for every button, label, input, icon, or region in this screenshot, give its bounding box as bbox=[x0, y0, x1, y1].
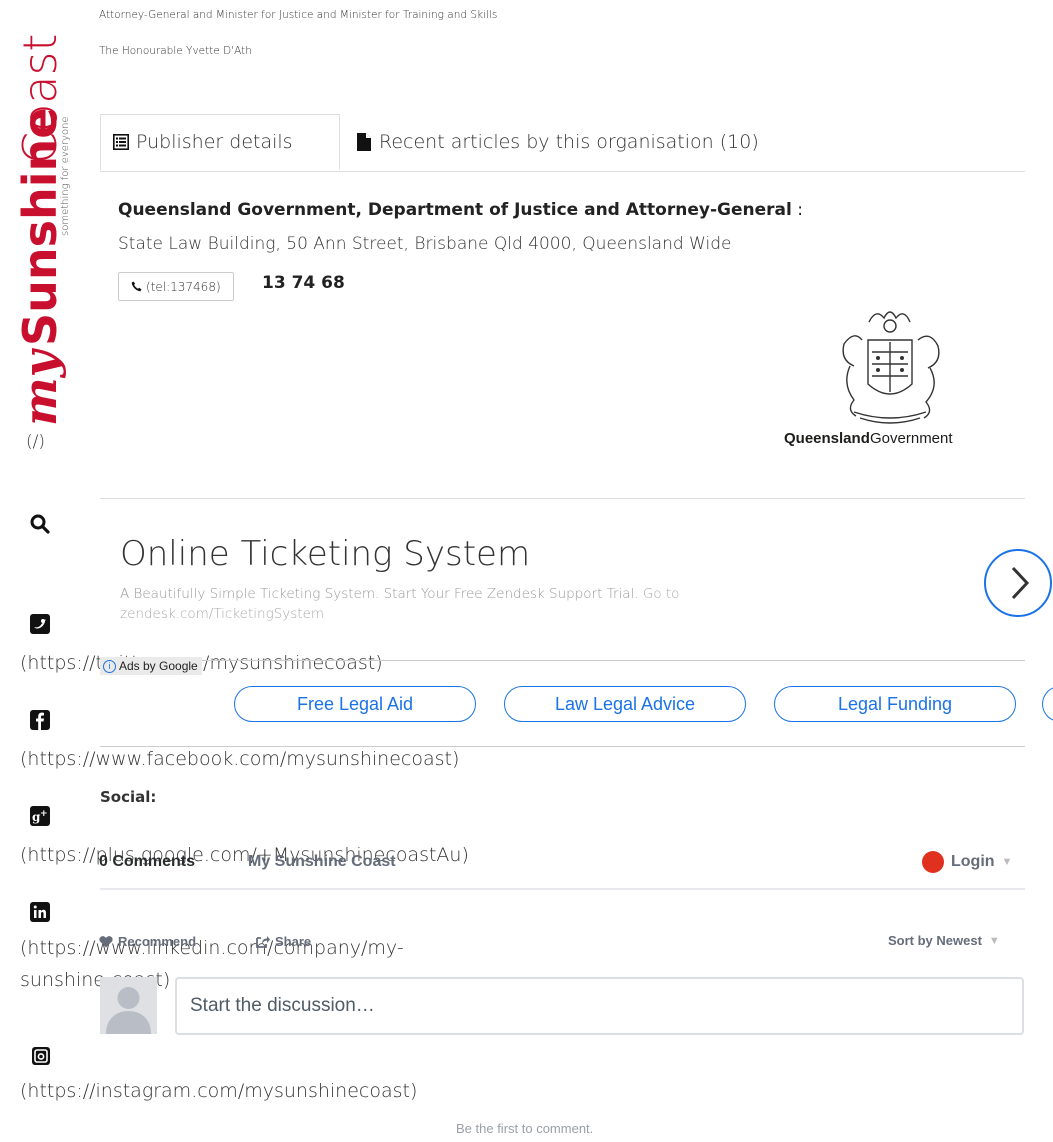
tab-recent-label: Recent articles by this organisation (10… bbox=[379, 131, 759, 153]
phone-button[interactable]: (tel:137468) bbox=[118, 272, 234, 301]
tab-publisher-label: Publisher details bbox=[136, 131, 293, 153]
logo-my: my bbox=[13, 347, 67, 426]
recommend-button[interactable]: Recommend bbox=[99, 934, 196, 949]
user-avatar-icon bbox=[106, 987, 151, 1034]
sort-dropdown[interactable]: Sort by Newest ▼ bbox=[888, 933, 1000, 948]
share-label: Share bbox=[275, 934, 312, 949]
instagram-icon[interactable] bbox=[32, 1047, 50, 1065]
login-button[interactable]: Login ▼ bbox=[922, 851, 1012, 873]
ad-link-label: Legal Funding bbox=[837, 693, 953, 714]
disqus-icon bbox=[922, 851, 944, 873]
qg-logo-text: Government bbox=[870, 430, 953, 447]
svg-text:+: + bbox=[40, 809, 48, 819]
ad-link-legal-funding[interactable]: Legal Funding bbox=[774, 686, 1016, 722]
logo-link-text[interactable]: (/) bbox=[26, 432, 45, 452]
chevron-down-icon: ▼ bbox=[1001, 856, 1013, 868]
divider bbox=[100, 660, 1025, 661]
ad-link-partial[interactable] bbox=[1042, 686, 1053, 722]
share-icon bbox=[256, 936, 270, 948]
ads-badge-label: Ads by Google bbox=[119, 659, 198, 673]
list-icon bbox=[113, 134, 129, 150]
divider bbox=[100, 746, 1025, 747]
comment-count[interactable]: 0 Comments bbox=[99, 853, 195, 871]
minister-name: The Honourable Yvette D'Ath bbox=[99, 45, 252, 57]
tab-recent-articles[interactable]: Recent articles by this organisation (10… bbox=[356, 114, 759, 170]
comment-site-name[interactable]: My Sunshine Coast bbox=[248, 853, 396, 871]
info-icon: i bbox=[103, 659, 116, 673]
instagram-link[interactable]: (https://instagram.com/mysunshinecoast) bbox=[20, 1080, 417, 1102]
social-label: Social: bbox=[100, 788, 157, 806]
google-plus-icon[interactable]: g + bbox=[30, 806, 50, 826]
ad-next-button[interactable] bbox=[984, 549, 1052, 617]
queensland-government-logo: Queensland Government bbox=[784, 300, 1014, 460]
search-icon[interactable] bbox=[30, 514, 50, 534]
publisher-name-row: Queensland Government, Department of Jus… bbox=[118, 200, 803, 220]
logo-tagline: something for everyone bbox=[60, 116, 70, 236]
ad-link-label: Free Legal Aid bbox=[296, 693, 414, 714]
facebook-link[interactable]: (https://www.facebook.com/mysunshinecoas… bbox=[20, 748, 459, 770]
divider bbox=[100, 888, 1025, 890]
tab-publisher-details[interactable]: Publisher details bbox=[100, 114, 340, 170]
publisher-name: Queensland Government, Department of Jus… bbox=[118, 200, 792, 220]
facebook-icon[interactable] bbox=[30, 710, 50, 730]
publisher-address: State Law Building, 50 Ann Street, Brisb… bbox=[118, 234, 732, 254]
ads-by-google-badge[interactable]: i Ads by Google bbox=[100, 657, 202, 675]
phone-icon bbox=[131, 281, 142, 292]
ad-link-label: Law Legal Advice bbox=[554, 693, 696, 714]
divider bbox=[100, 498, 1025, 499]
comment-placeholder: Start the discussion… bbox=[190, 995, 375, 1016]
chevron-right-icon bbox=[1011, 566, 1030, 600]
share-button[interactable]: Share bbox=[256, 934, 311, 949]
google-plus-link[interactable]: (https://plus.google.com/+Mysunshinecoas… bbox=[20, 844, 469, 866]
ad-link-law-legal-advice[interactable]: Law Legal Advice bbox=[504, 686, 746, 722]
file-icon bbox=[357, 133, 371, 151]
minister-title: Attorney-General and Minister for Justic… bbox=[99, 9, 498, 21]
qg-logo-text-bold: Queensland bbox=[784, 430, 870, 447]
ad-description[interactable]: A Beautifully Simple Ticketing System. S… bbox=[120, 584, 880, 624]
sort-label: Sort by Newest bbox=[888, 933, 982, 948]
heart-icon bbox=[99, 936, 113, 948]
chevron-down-icon: ▼ bbox=[988, 934, 1000, 947]
linkedin-icon[interactable] bbox=[30, 902, 50, 922]
phone-number: 13 74 68 bbox=[262, 273, 345, 293]
publisher-tabs: Publisher details Recent articles by thi… bbox=[100, 114, 1025, 172]
twitter-icon[interactable] bbox=[30, 614, 50, 634]
publisher-name-colon: : bbox=[791, 200, 803, 220]
logo-coast: Coast bbox=[13, 34, 67, 164]
ad-description-text: A Beautifully Simple Ticketing System. S… bbox=[120, 586, 639, 602]
avatar bbox=[100, 977, 157, 1034]
ad-title[interactable]: Online Ticketing System bbox=[120, 534, 530, 574]
comment-input[interactable]: Start the discussion… bbox=[175, 977, 1024, 1035]
site-logo[interactable]: my Sunshine Coast something for everyone bbox=[8, 28, 70, 428]
login-label: Login bbox=[951, 853, 995, 870]
first-comment-text: Be the first to comment. bbox=[456, 1121, 594, 1136]
recommend-label: Recommend bbox=[118, 934, 197, 949]
sunshine-coast-logo: my Sunshine Coast something for everyone bbox=[13, 34, 70, 426]
ad-link-free-legal-aid[interactable]: Free Legal Aid bbox=[234, 686, 476, 722]
phone-link-text: (tel:137468) bbox=[146, 279, 221, 294]
coat-of-arms-icon: Queensland Government bbox=[784, 311, 953, 447]
